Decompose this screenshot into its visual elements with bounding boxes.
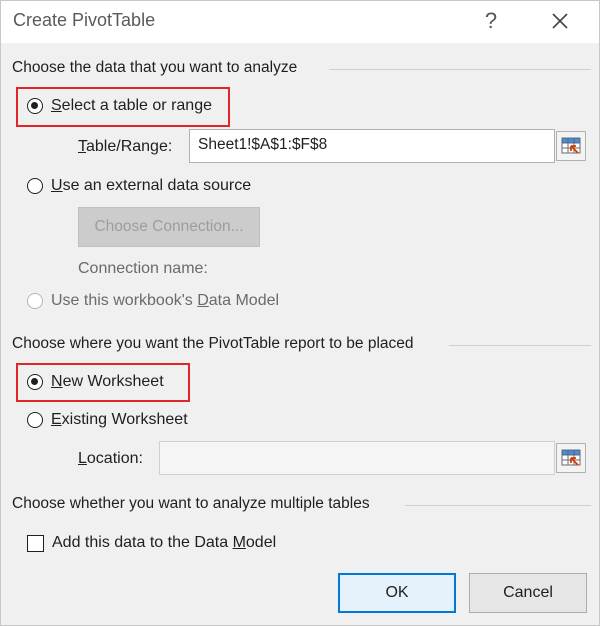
data-section-heading: Choose the data that you want to analyze [12,59,298,76]
add-to-data-model-checkbox[interactable] [27,534,44,552]
new-worksheet-radio[interactable] [27,374,43,390]
cancel-button[interactable]: Cancel [469,573,587,613]
close-icon [552,13,568,29]
create-pivottable-dialog: Create PivotTable ? Choose the data that… [0,0,600,626]
existing-worksheet-label: Existing Worksheet [51,411,188,428]
external-source-radio[interactable] [27,178,43,194]
location-label: Location: [78,450,143,467]
range-select-icon [561,137,581,154]
connection-name-label: Connection name: [78,260,208,277]
table-range-input[interactable]: Sheet1!$A$1:$F$8 [189,129,555,163]
range-select-icon [561,449,581,466]
close-button[interactable] [545,8,575,36]
existing-worksheet-radio[interactable] [27,412,43,428]
new-worksheet-radio-option[interactable]: New Worksheet [27,373,164,391]
data-model-radio[interactable] [27,293,43,309]
table-range-label: Table/Range: [78,138,173,155]
select-table-label: Select a table or range [51,97,212,114]
add-to-data-model-option[interactable]: Add this data to the Data Model [27,534,276,552]
location-collapse-button[interactable] [556,443,586,473]
existing-worksheet-radio-option[interactable]: Existing Worksheet [27,411,188,429]
section-divider [329,69,591,70]
multiple-tables-section-heading: Choose whether you want to analyze multi… [12,495,370,512]
placement-section-heading: Choose where you want the PivotTable rep… [12,335,414,352]
location-input[interactable] [159,441,555,475]
select-table-radio-option[interactable]: Select a table or range [27,97,212,115]
select-table-radio[interactable] [27,98,43,114]
choose-connection-button[interactable]: Choose Connection... [78,207,260,247]
new-worksheet-label: New Worksheet [51,373,164,390]
section-divider [449,345,591,346]
ok-button[interactable]: OK [338,573,456,613]
title-bar: Create PivotTable ? [1,1,599,43]
data-model-label: Use this workbook's Data Model [51,292,280,309]
external-source-label: Use an external data source [51,177,252,194]
dialog-title: Create PivotTable [13,10,156,30]
data-model-radio-option[interactable]: Use this workbook's Data Model [27,292,279,310]
table-range-collapse-button[interactable] [556,131,586,161]
external-source-radio-option[interactable]: Use an external data source [27,177,251,195]
section-divider [405,505,591,506]
add-to-data-model-label: Add this data to the Data Model [52,534,277,551]
help-button[interactable]: ? [477,7,505,35]
